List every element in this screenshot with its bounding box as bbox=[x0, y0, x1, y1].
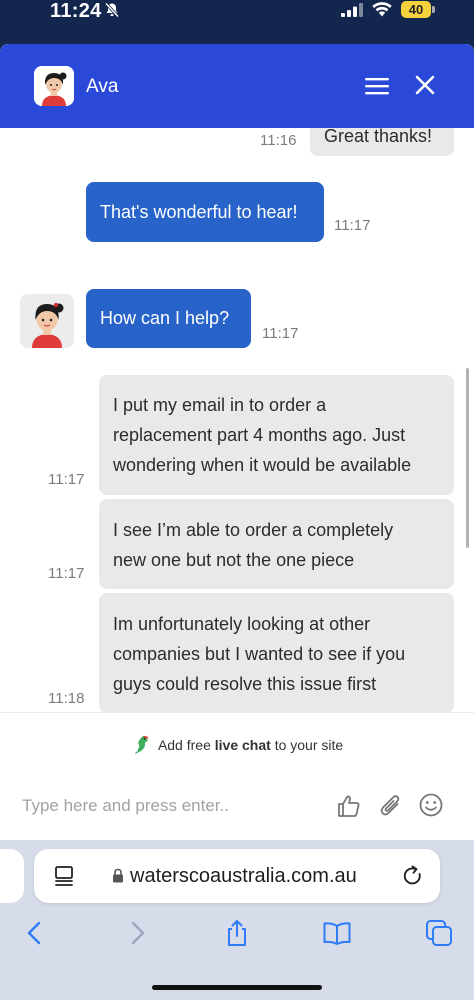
message-line: new one but not the one piece bbox=[113, 550, 355, 570]
user-message-bubble: I put my email in to order a replacement… bbox=[99, 375, 454, 495]
parrot-icon bbox=[134, 735, 149, 754]
lock-icon bbox=[113, 868, 123, 883]
message-list[interactable]: Great thanks! 11:16 That's wonderful to … bbox=[0, 128, 474, 712]
message-line: wondering when it would be available bbox=[113, 455, 412, 475]
message-input[interactable] bbox=[22, 794, 322, 818]
promo-suffix: to your site bbox=[274, 737, 344, 753]
cellular-signal-icon bbox=[341, 3, 363, 17]
user-message-bubble: Im unfortunately looking at other compan… bbox=[99, 593, 454, 712]
scrollbar[interactable] bbox=[466, 368, 469, 548]
battery-tip bbox=[432, 6, 435, 13]
forward-icon[interactable] bbox=[122, 918, 152, 948]
message-line: Im unfortunately looking at other bbox=[113, 614, 371, 634]
agent-avatar bbox=[20, 294, 74, 348]
share-icon[interactable] bbox=[222, 918, 252, 948]
status-time: 11:24 bbox=[50, 0, 102, 22]
previous-tab-pill[interactable] bbox=[0, 849, 24, 903]
agent-name: Ava bbox=[86, 76, 119, 97]
emoji-icon[interactable] bbox=[418, 792, 444, 818]
message-time: 11:16 bbox=[260, 132, 297, 149]
agent-message-bubble: How can I help? bbox=[86, 289, 251, 348]
page-menu-icon[interactable] bbox=[54, 865, 76, 887]
thumbs-up-icon[interactable] bbox=[336, 793, 362, 819]
divider bbox=[0, 712, 474, 713]
chat-widget: Ava Great thanks! 11:16 That's wonderful… bbox=[0, 44, 474, 840]
close-icon[interactable] bbox=[414, 74, 436, 96]
back-icon[interactable] bbox=[20, 918, 50, 948]
home-indicator bbox=[152, 985, 322, 990]
browser-toolbar: waterscoaustralia.com.au bbox=[0, 840, 474, 1000]
promo-bold: live chat bbox=[214, 737, 271, 753]
address-bar[interactable]: waterscoaustralia.com.au bbox=[34, 849, 440, 903]
chat-header: Ava bbox=[0, 44, 474, 128]
attachment-icon[interactable] bbox=[378, 793, 404, 819]
address-text: waterscoaustralia.com.au bbox=[130, 865, 357, 887]
message-text: That's wonderful to hear! bbox=[100, 202, 298, 222]
bell-off-icon bbox=[104, 2, 120, 18]
message-line: companies but I wanted to see if you bbox=[113, 644, 406, 664]
message-text: How can I help? bbox=[100, 308, 230, 328]
message-line: I see I’m able to order a completely bbox=[113, 520, 394, 540]
menu-icon[interactable] bbox=[365, 76, 389, 96]
battery-indicator: 40 bbox=[401, 1, 431, 18]
powered-by-link[interactable]: Add free live chat to your site bbox=[0, 734, 474, 754]
reload-icon[interactable] bbox=[401, 864, 425, 888]
message-time: 11:18 bbox=[48, 690, 85, 707]
message-time: 11:17 bbox=[48, 565, 85, 582]
wifi-icon bbox=[372, 2, 392, 17]
message-time: 11:17 bbox=[262, 325, 299, 342]
user-message-bubble: Great thanks! bbox=[310, 128, 454, 156]
message-line: guys could resolve this issue first bbox=[113, 674, 377, 694]
tabs-icon[interactable] bbox=[424, 918, 454, 948]
message-text: Great thanks! bbox=[324, 128, 433, 146]
message-line: replacement part 4 months ago. Just bbox=[113, 425, 406, 445]
bookmarks-icon[interactable] bbox=[322, 918, 352, 948]
agent-avatar bbox=[34, 66, 74, 106]
promo-prefix: Add free bbox=[157, 737, 211, 753]
message-time: 11:17 bbox=[48, 471, 85, 488]
agent-message-bubble: That's wonderful to hear! bbox=[86, 182, 324, 242]
message-line: I put my email in to order a bbox=[113, 395, 327, 415]
user-message-bubble: I see I’m able to order a completely new… bbox=[99, 499, 454, 589]
message-time: 11:17 bbox=[334, 217, 371, 234]
